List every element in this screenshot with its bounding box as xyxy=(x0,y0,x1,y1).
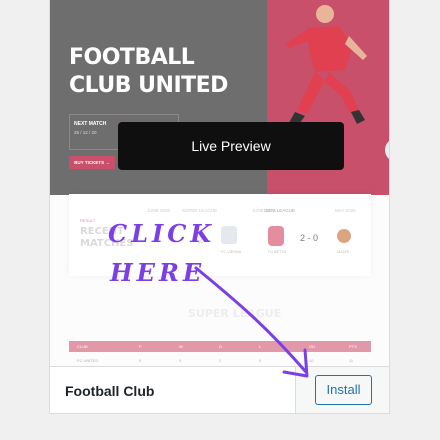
theme-card-footer: Football Club Install xyxy=(50,366,389,413)
hero-title: FOOTBALL CLUB UNITED xyxy=(69,44,229,100)
live-preview-tooltip[interactable]: Live Preview xyxy=(118,122,344,170)
preview-fade-overlay xyxy=(50,195,389,366)
theme-actions: Install xyxy=(295,367,389,413)
theme-screenshot[interactable]: FOOTBALL CLUB UNITED NEXT MATCH 25 / 12 … xyxy=(50,0,389,366)
hero-title-line2: CLUB UNITED xyxy=(69,73,228,98)
next-match-label: NEXT MATCH xyxy=(74,121,107,127)
hero-title-line1: FOOTBALL xyxy=(69,45,195,70)
install-button[interactable]: Install xyxy=(315,375,372,405)
theme-name: Football Club xyxy=(65,383,155,399)
buy-tickets-button: BUY TICKETS → xyxy=(69,156,115,169)
theme-card[interactable]: FOOTBALL CLUB UNITED NEXT MATCH 25 / 12 … xyxy=(49,0,390,414)
next-match-date: 25 / 12 / 20 xyxy=(74,130,97,135)
